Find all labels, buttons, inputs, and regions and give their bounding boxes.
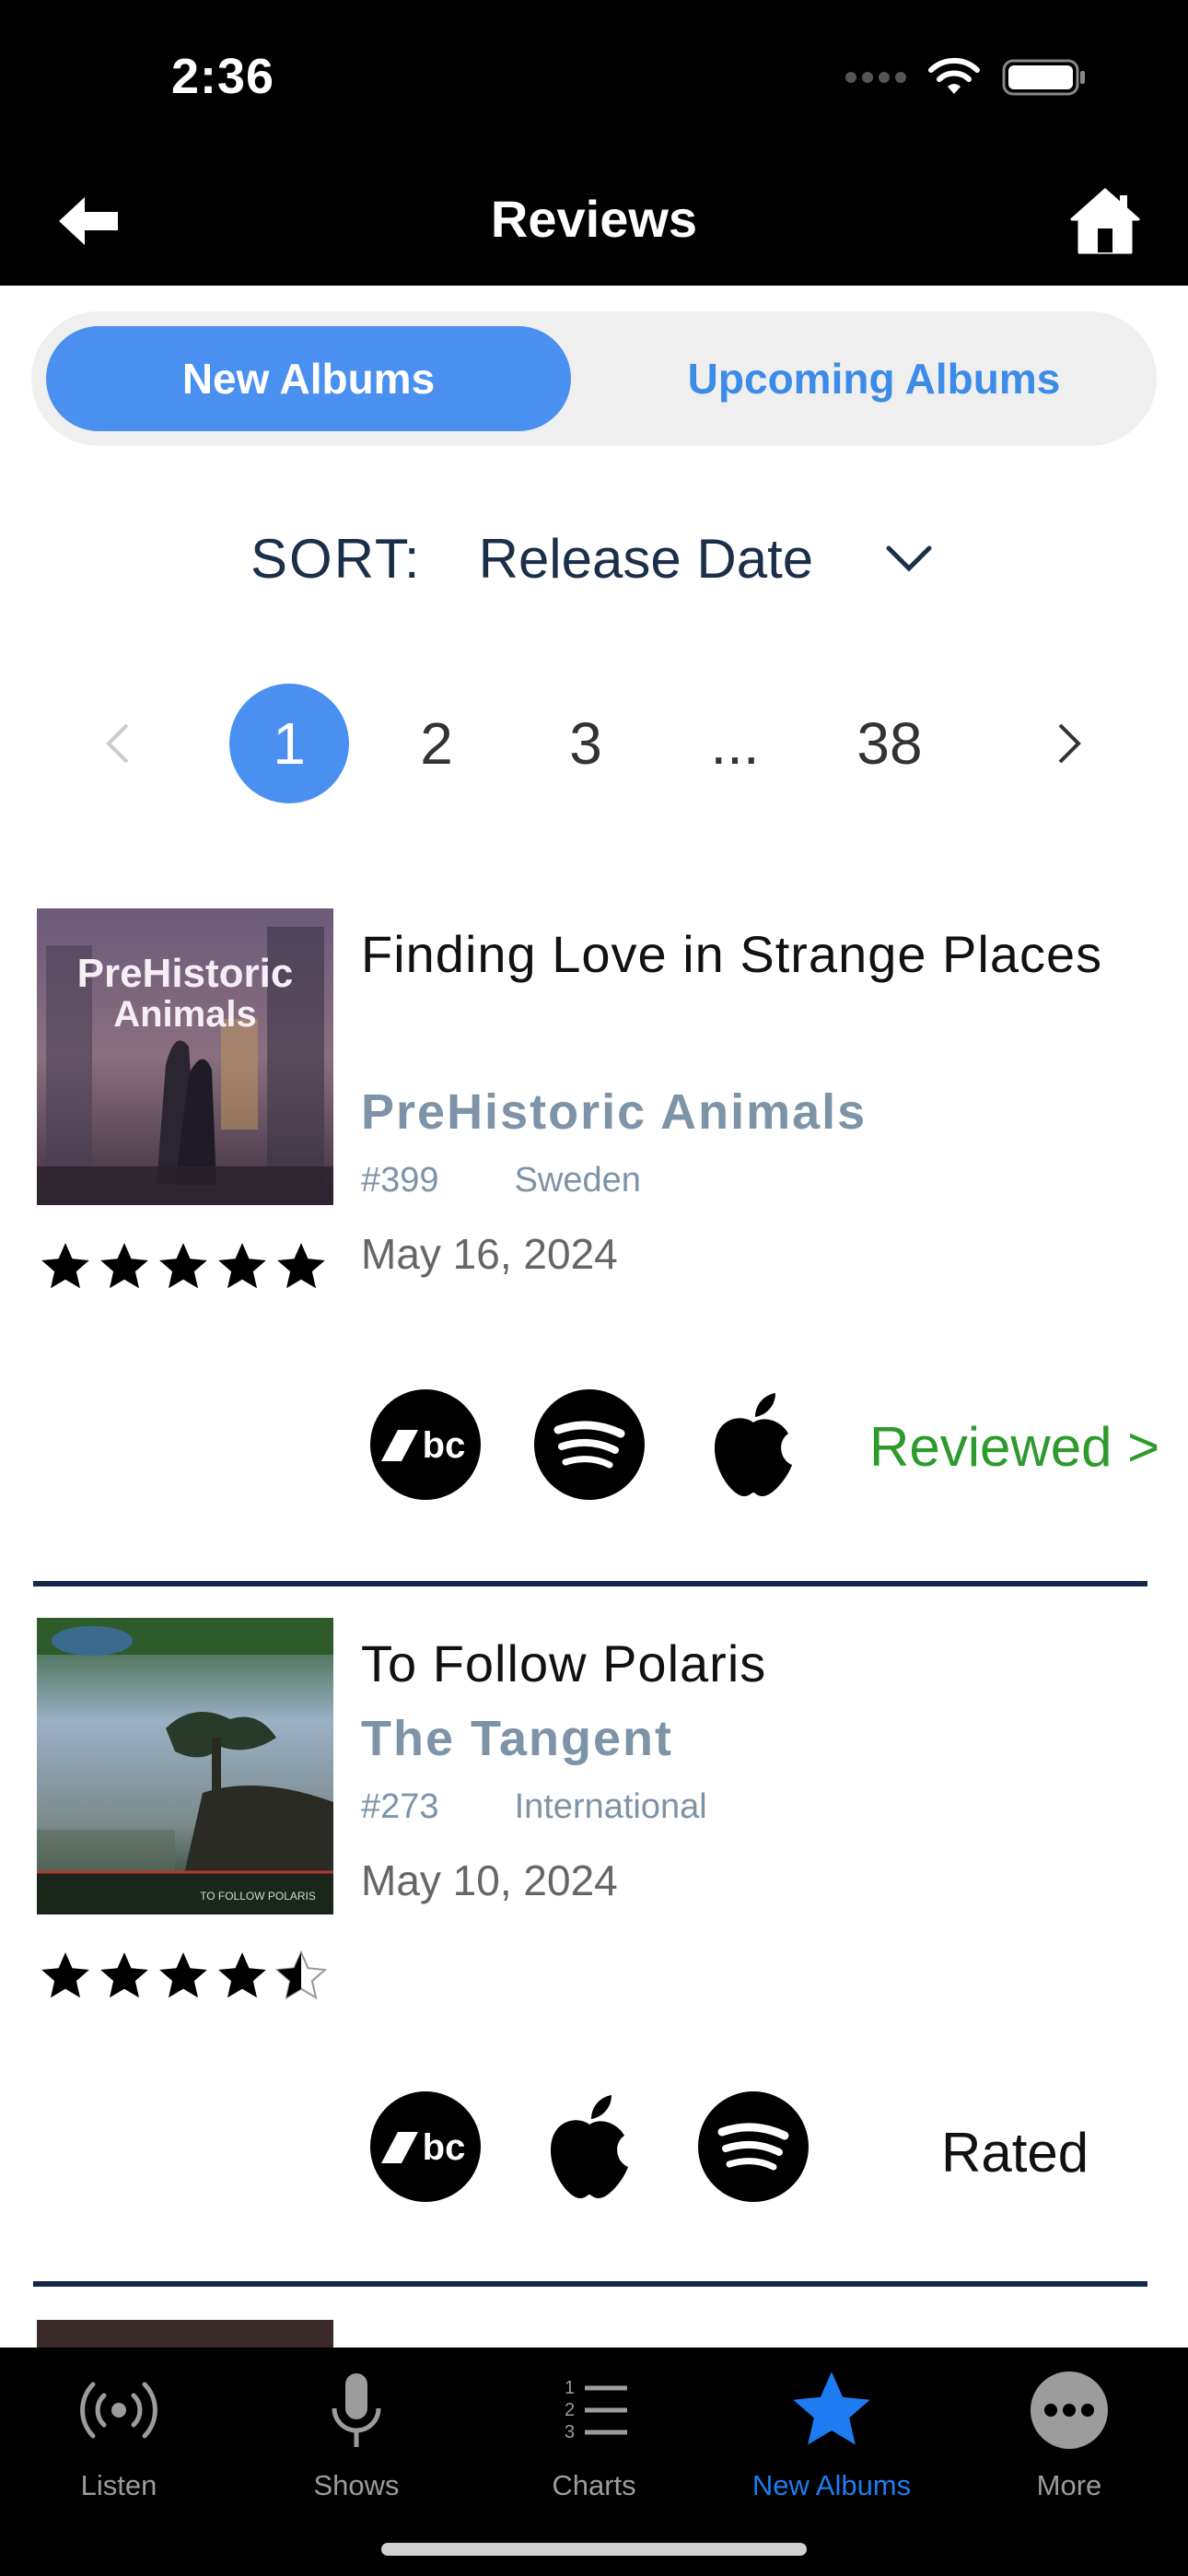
- battery-icon: [1002, 59, 1085, 96]
- tab-label: Shows: [313, 2469, 400, 2501]
- tab-new-albums[interactable]: New Albums: [46, 326, 571, 431]
- prev-page-button[interactable]: [90, 684, 146, 803]
- star-icon: [793, 2371, 870, 2445]
- spotify-icon[interactable]: [696, 2090, 810, 2204]
- album-title[interactable]: Finding Love in Strange Places: [361, 918, 1153, 991]
- svg-text:2: 2: [565, 2400, 575, 2420]
- bandcamp-icon[interactable]: bc: [368, 2090, 483, 2204]
- album-segment-control: New Albums Upcoming Albums: [31, 311, 1157, 446]
- svg-text:bc: bc: [423, 1425, 466, 1466]
- star-icon: [100, 1952, 148, 1998]
- pagination: 1 2 3 ... 38: [0, 684, 1188, 803]
- home-button[interactable]: [1068, 184, 1142, 258]
- tab-upcoming-albums[interactable]: Upcoming Albums: [602, 326, 1146, 431]
- star-rating: [37, 1948, 330, 2005]
- svg-text:bc: bc: [423, 2127, 466, 2168]
- tab-label: New Albums: [751, 2469, 912, 2501]
- artist-name[interactable]: The Tangent: [361, 1710, 673, 1767]
- chevron-left-icon: [106, 723, 129, 764]
- album-rank: #399: [361, 1161, 439, 1200]
- svg-text:1: 1: [565, 2378, 575, 2398]
- star-icon: [218, 1952, 266, 1998]
- tab-more[interactable]: More: [950, 2364, 1188, 2521]
- page-ellipsis: ...: [710, 710, 760, 777]
- page-title: Reviews: [490, 190, 698, 248]
- star-icon: [218, 1243, 266, 1289]
- review-item[interactable]: PreHistoric Animals Finding Love in Stra…: [0, 908, 1188, 1590]
- album-rank: #273: [361, 1787, 439, 1826]
- svg-text:3: 3: [565, 2422, 575, 2442]
- spotify-icon[interactable]: [532, 1388, 646, 1502]
- star-icon: [41, 1952, 89, 1998]
- album-cover[interactable]: TO FOLLOW POLARIS: [37, 1618, 333, 1914]
- star-icon: [277, 1243, 325, 1289]
- wifi-icon: [928, 57, 980, 94]
- broadcast-icon: [80, 2382, 157, 2439]
- sort-label: SORT:: [250, 528, 422, 590]
- page-button-1[interactable]: 1: [229, 684, 349, 803]
- album-country: International: [514, 1787, 707, 1826]
- release-date: May 16, 2024: [361, 1230, 618, 1278]
- album-cover-art: PreHistoric Animals: [37, 908, 333, 1205]
- album-cover-partial: [37, 2320, 333, 2348]
- divider: [33, 1581, 1147, 1587]
- tab-new-albums-nav[interactable]: New Albums: [713, 2364, 950, 2521]
- review-status-link[interactable]: Reviewed >: [869, 1415, 1159, 1479]
- star-rating: [37, 1238, 330, 1295]
- apple-icon[interactable]: [696, 1388, 810, 1502]
- page-button-38[interactable]: 38: [830, 684, 949, 803]
- svg-text:Animals: Animals: [113, 994, 257, 1035]
- sort-value: Release Date: [478, 528, 814, 590]
- platform-links: bc: [368, 1388, 810, 1502]
- page-button-2[interactable]: 2: [377, 684, 496, 803]
- star-icon: [159, 1952, 207, 1998]
- chevron-down-icon: [886, 545, 932, 572]
- album-country: Sweden: [514, 1161, 641, 1200]
- release-date: May 10, 2024: [361, 1856, 618, 1904]
- bandcamp-icon[interactable]: bc: [368, 1388, 483, 1502]
- tab-bar: Listen Shows 1 2 3 Charts New Albums Mor…: [0, 2348, 1188, 2576]
- page-button-3[interactable]: 3: [526, 684, 646, 803]
- album-meta: #399 Sweden: [361, 1161, 641, 1200]
- album-cover-art: TO FOLLOW POLARIS: [37, 1618, 333, 1914]
- apple-icon[interactable]: [532, 2090, 646, 2204]
- tab-label: Listen: [80, 2469, 157, 2501]
- chevron-right-icon: [1058, 723, 1081, 764]
- sort-dropdown[interactable]: SORT: Release Date: [250, 527, 935, 591]
- star-icon: [159, 1243, 207, 1289]
- review-status-link[interactable]: Rated: [941, 2121, 1089, 2184]
- album-meta: #273 International: [361, 1787, 707, 1827]
- divider: [33, 2281, 1147, 2287]
- home-icon: [1070, 188, 1140, 254]
- home-indicator: [381, 2543, 807, 2556]
- star-icon: [100, 1243, 148, 1289]
- cellular-signal-icon: [845, 72, 906, 83]
- platform-links: bc: [368, 2090, 810, 2204]
- tab-listen[interactable]: Listen: [0, 2364, 238, 2521]
- tab-charts[interactable]: 1 2 3 Charts: [475, 2364, 713, 2521]
- album-title[interactable]: To Follow Polaris: [361, 1627, 1153, 1701]
- cover-caption: TO FOLLOW POLARIS: [200, 1890, 316, 1903]
- status-time: 2:36: [171, 49, 275, 104]
- tab-label: More: [1036, 2469, 1102, 2501]
- next-page-button[interactable]: [1042, 684, 1097, 803]
- svg-text:PreHistoric: PreHistoric: [77, 951, 294, 996]
- status-icons: [845, 57, 1087, 98]
- artist-name[interactable]: PreHistoric Animals: [361, 1083, 867, 1141]
- ellipsis-icon: [1031, 2371, 1108, 2449]
- review-item[interactable]: TO FOLLOW POLARIS To Follow Polaris The …: [0, 1618, 1188, 2281]
- album-cover[interactable]: PreHistoric Animals: [37, 908, 333, 1205]
- top-bar: 2:36 Reviews: [0, 0, 1188, 286]
- microphone-icon: [332, 2373, 381, 2447]
- tab-shows[interactable]: Shows: [238, 2364, 475, 2521]
- tab-label: Charts: [552, 2469, 636, 2501]
- star-icon: [41, 1243, 89, 1289]
- star-half-icon: [274, 1950, 328, 2000]
- numbered-list-icon: 1 2 3: [565, 2378, 627, 2442]
